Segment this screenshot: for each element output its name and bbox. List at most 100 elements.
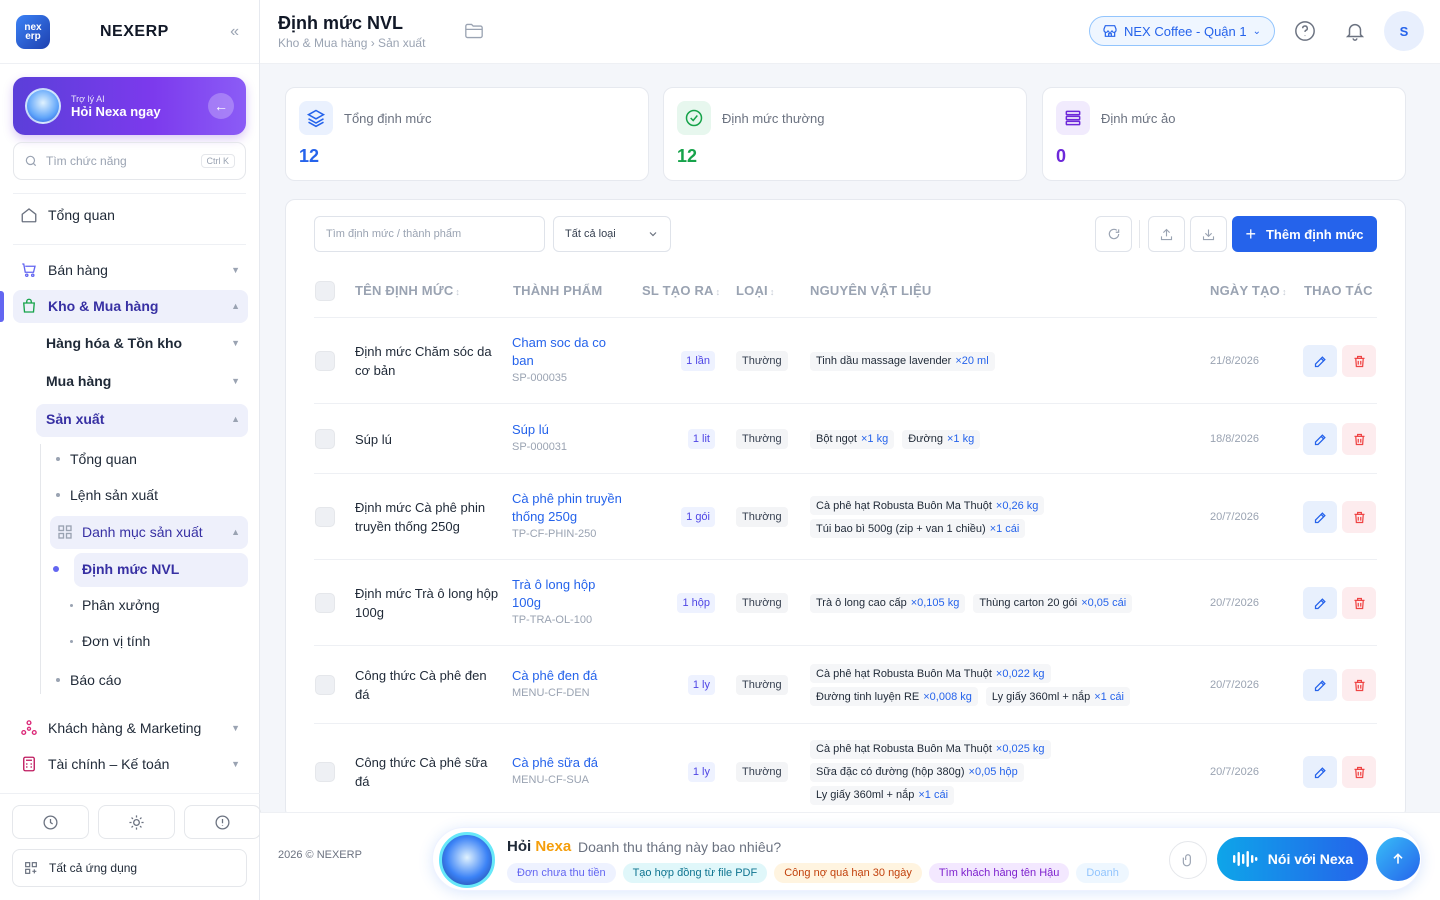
type-filter-value: Tất cả loại [565, 228, 616, 240]
created-date: 18/8/2026 [1210, 433, 1259, 445]
sidebar-item-reports[interactable]: Báo cáo [56, 672, 121, 688]
col-header-type[interactable]: LOẠI ↕ [736, 283, 775, 298]
qty-badge: 1 hộp [677, 593, 715, 613]
row-checkbox[interactable] [315, 675, 335, 695]
logo[interactable]: nex erp [16, 14, 50, 49]
col-header-name[interactable]: TÊN ĐỊNH MỨC ↕ [355, 283, 460, 298]
delete-button[interactable] [1342, 423, 1376, 455]
breadcrumb[interactable]: Kho & Mua hàng › Sản xuất [278, 36, 425, 50]
select-all-checkbox[interactable] [315, 281, 335, 301]
trash-icon [1354, 597, 1364, 609]
sidebar-item-finance[interactable]: Tài chính – Kế toán ▼ [20, 755, 240, 773]
add-bom-button[interactable]: + Thêm định mức [1232, 216, 1377, 252]
sidebar-item-overview[interactable]: Tổng quan [20, 206, 240, 224]
sidebar: nex erp NEXERP « Trợ lý AI Hỏi Nexa ngay… [0, 0, 261, 900]
sidebar-item-customers[interactable]: Khách hàng & Marketing ▼ [20, 719, 240, 737]
double-chevron-left-icon[interactable]: « [230, 23, 239, 41]
notification-button[interactable] [1340, 16, 1370, 46]
folder-icon[interactable] [464, 22, 484, 40]
bom-search-input[interactable]: Tìm định mức / thành phẩm [314, 216, 545, 252]
apps-icon [25, 862, 37, 874]
store-selector[interactable]: NEX Coffee - Quận 1 ⌄ [1089, 16, 1275, 46]
edit-button[interactable] [1303, 669, 1337, 701]
help-button[interactable] [1290, 16, 1320, 46]
list-icon [1056, 101, 1090, 135]
sidebar-item-workshop[interactable]: Phân xưởng [70, 597, 160, 613]
suggestion-chip[interactable]: Doanh [1076, 863, 1129, 883]
created-date: 20/7/2026 [1210, 766, 1259, 778]
sidebar-label: Lệnh sản xuất [70, 487, 158, 503]
function-search-input[interactable]: Tìm chức năng Ctrl K [13, 142, 246, 180]
sidebar-item-bom[interactable]: Định mức NVL [53, 561, 179, 577]
stat-card-total: Tổng định mức 12 [285, 87, 649, 181]
sidebar-item-production[interactable]: Sản xuất ▲ [46, 411, 240, 427]
product-link[interactable]: Súp lú [512, 421, 622, 439]
nexa-question-input[interactable]: Doanh thu tháng này bao nhiêu? [578, 839, 781, 855]
row-checkbox[interactable] [315, 507, 335, 527]
sidebar-item-production-catalog[interactable]: Danh mục sản xuất ▲ [56, 523, 240, 541]
stat-card-normal: Định mức thường 12 [663, 87, 1027, 181]
clock-icon [43, 814, 58, 830]
product-link[interactable]: Cà phê phin truyền thống 250g [512, 490, 622, 526]
product-link[interactable]: Cham soc da co ban [512, 334, 622, 370]
edit-button[interactable] [1303, 756, 1337, 788]
sidebar-item-production-orders[interactable]: Lệnh sản xuất [56, 487, 158, 503]
sidebar-item-goods[interactable]: Hàng hóa & Tồn kho ▼ [46, 335, 240, 351]
info-button[interactable] [184, 805, 261, 839]
sidebar-item-warehouse[interactable]: Kho & Mua hàng ▲ [20, 297, 240, 315]
store-name: NEX Coffee - Quận 1 [1124, 23, 1247, 39]
type-filter-select[interactable]: Tất cả loại [553, 216, 671, 252]
row-checkbox[interactable] [315, 762, 335, 782]
edit-button[interactable] [1303, 587, 1337, 619]
talk-to-nexa-button[interactable]: Nói với Nexa [1217, 837, 1368, 881]
row-checkbox[interactable] [315, 593, 335, 613]
col-header-materials: NGUYÊN VẬT LIỆU [810, 283, 932, 298]
chevron-down-icon [649, 232, 657, 237]
all-apps-button[interactable]: Tất cả ứng dụng [12, 849, 247, 887]
download-button[interactable] [1190, 216, 1227, 252]
materials-list: Tinh dầu massage lavender ×20 ml [810, 351, 995, 375]
delete-button[interactable] [1342, 345, 1376, 377]
check-circle-icon [677, 101, 711, 135]
user-avatar[interactable]: S [1384, 11, 1424, 51]
row-checkbox[interactable] [315, 351, 335, 371]
theme-button[interactable] [98, 805, 175, 839]
delete-button[interactable] [1342, 587, 1376, 619]
edit-button[interactable] [1303, 423, 1337, 455]
sidebar-item-sales[interactable]: Bán hàng ▼ [20, 261, 240, 279]
suggestion-chip[interactable]: Tìm khách hàng tên Hậu [928, 863, 1070, 883]
suggestion-chip[interactable]: Đơn chưa thu tiền [507, 863, 616, 883]
suggestion-chip[interactable]: Tạo hợp đồng từ file PDF [622, 863, 768, 883]
ai-assistant-card[interactable]: Trợ lý AI Hỏi Nexa ngay ← [13, 77, 246, 135]
delete-button[interactable] [1342, 756, 1376, 788]
sidebar-item-production-overview[interactable]: Tổng quan [56, 451, 137, 467]
col-header-qty[interactable]: SL TẠO RA ↕ [642, 283, 720, 298]
refresh-button[interactable] [1095, 216, 1132, 252]
product-link[interactable]: Trà ô long hộp 100g [512, 576, 622, 612]
row-checkbox[interactable] [315, 429, 335, 449]
sidebar-item-purchase[interactable]: Mua hàng ▼ [46, 373, 240, 389]
layers-icon [299, 101, 333, 135]
robot-avatar-icon [25, 88, 61, 124]
send-button[interactable] [1376, 837, 1420, 881]
delete-button[interactable] [1342, 669, 1376, 701]
created-date: 20/7/2026 [1210, 679, 1259, 691]
edit-button[interactable] [1303, 345, 1337, 377]
download-icon [1202, 229, 1215, 240]
history-button[interactable] [12, 805, 89, 839]
edit-button[interactable] [1303, 501, 1337, 533]
col-header-date[interactable]: NGÀY TẠO ↕ [1210, 283, 1287, 298]
arrow-left-icon[interactable]: ← [208, 93, 234, 119]
product-link[interactable]: Cà phê sữa đá [512, 754, 622, 772]
stat-label: Tổng định mức [344, 111, 432, 126]
copyright: 2026 © NEXERP [278, 849, 362, 861]
add-bom-label: Thêm định mức [1265, 226, 1364, 242]
suggestion-chip[interactable]: Công nợ quá hạn 30 ngày [774, 863, 922, 883]
materials-list: Cà phê hạt Robusta Buôn Ma Thuột ×0,025 k… [810, 739, 1051, 809]
attach-button[interactable] [1169, 841, 1207, 879]
upload-button[interactable] [1148, 216, 1185, 252]
delete-button[interactable] [1342, 501, 1376, 533]
sidebar-label: Bán hàng [48, 262, 108, 278]
product-link[interactable]: Cà phê đen đá [512, 667, 622, 685]
sidebar-item-units[interactable]: Đơn vị tính [70, 633, 150, 649]
